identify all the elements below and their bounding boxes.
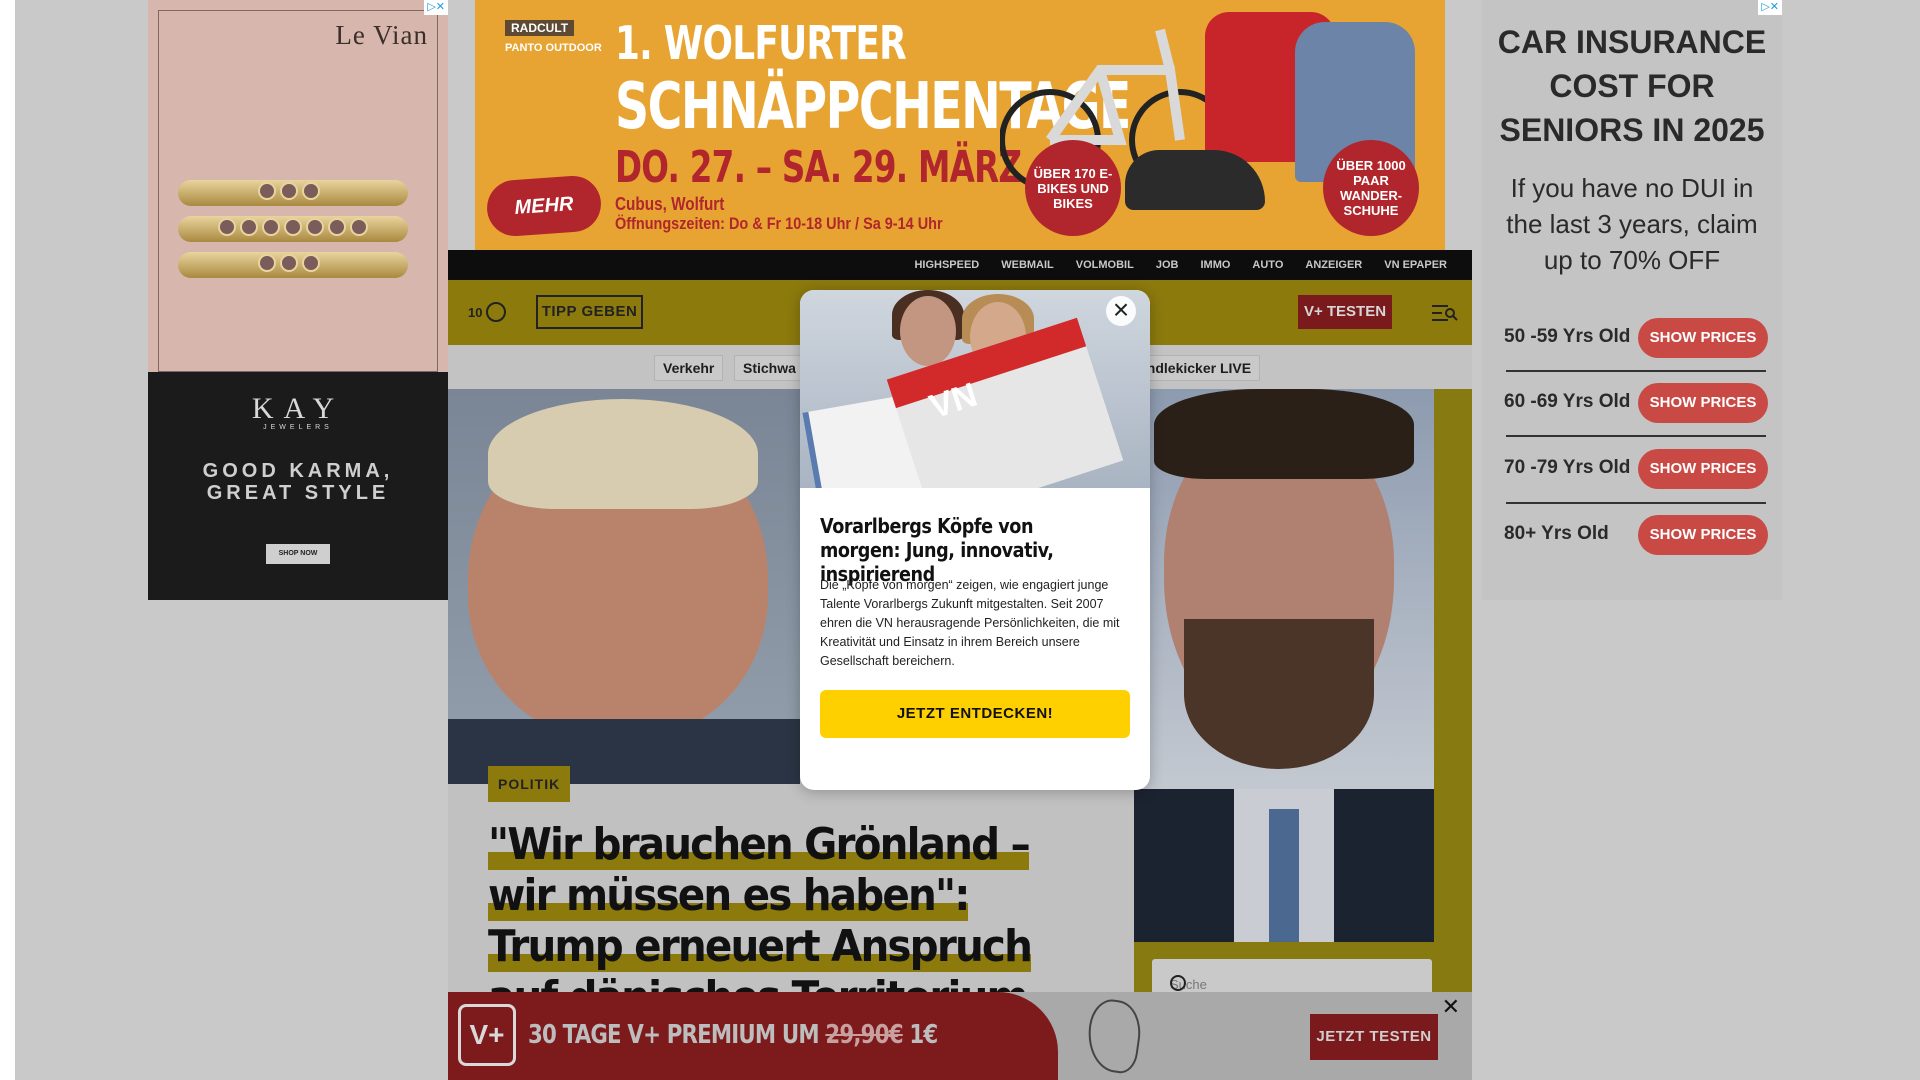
person-face <box>900 296 956 366</box>
weather-icon <box>486 302 507 322</box>
ad-top-badge-bikes: ÜBER 170 E-BIKES UND BIKES <box>1025 140 1121 236</box>
close-icon[interactable]: × <box>1106 296 1136 326</box>
topnav-job[interactable]: JOB <box>1145 250 1190 280</box>
show-prices-button[interactable]: SHOW PRICES <box>1638 449 1768 489</box>
search-icon[interactable] <box>1170 975 1186 991</box>
ad-right[interactable]: ▷✕ CAR INSURANCE COST FOR SENIORS IN 202… <box>1482 0 1782 600</box>
ad-left[interactable]: Le Vian KAY JEWELERS GOOD KARMA, GREAT S… <box>148 0 448 600</box>
divider <box>1506 502 1766 504</box>
ad-left-slogan-2: GREAT STYLE <box>206 482 390 504</box>
article-image-vance[interactable] <box>1134 389 1434 942</box>
topnav-volmobil[interactable]: VOLMOBIL <box>1065 250 1145 280</box>
ad-right-row: 50 -59 Yrs Old SHOW PRICES <box>1504 308 1768 372</box>
new-price: 1€ <box>902 1020 938 1050</box>
topnav-immo[interactable]: IMMO <box>1189 250 1241 280</box>
menu-search-icon[interactable] <box>1432 304 1458 322</box>
tipp-geben-button[interactable]: TIPP GEBEN <box>536 295 643 329</box>
show-prices-button[interactable]: SHOW PRICES <box>1638 318 1768 358</box>
shoe-image <box>1125 150 1265 210</box>
adchoices-icon[interactable]: ▷✕ <box>1758 0 1782 15</box>
show-prices-button[interactable]: SHOW PRICES <box>1638 515 1768 555</box>
modal-image: VN <box>800 290 1150 488</box>
stone <box>262 218 280 236</box>
ad-top-hours: Öffnungszeiten: Do & Fr 10-18 Uhr / Sa 9… <box>615 214 943 233</box>
jetzt-testen-button[interactable]: JETZT TESTEN <box>1310 1014 1438 1060</box>
page-gutter <box>0 0 15 1080</box>
stone <box>350 218 368 236</box>
ad-left-slogan-1: GOOD KARMA, <box>202 460 394 482</box>
ad-left-kay-logo: KAY <box>251 392 345 425</box>
stone <box>240 218 258 236</box>
ad-left-brand: Le Vian <box>335 20 428 50</box>
ad-top-logo-radcult: RADCULT <box>505 20 575 36</box>
stone <box>258 182 276 200</box>
ad-top-logo-panto: PANTO OUTDOOR <box>505 42 602 54</box>
ad-top-banner[interactable]: RADCULT PANTO OUTDOOR 1. WOLFURTER SCHNÄ… <box>475 0 1445 250</box>
ad-top-more-info-button[interactable]: MEHR INFOS <box>485 174 603 250</box>
stone <box>284 218 302 236</box>
v-plus-logo: V+ <box>458 1004 516 1066</box>
ad-top-headline-1: 1. WOLFURTER <box>615 16 907 70</box>
age-label: 60 -69 Yrs Old <box>1504 391 1631 412</box>
modal-body: Die „Köpfe von morgen“ zeigen, wie engag… <box>820 578 1120 668</box>
beard <box>1184 619 1374 769</box>
ad-top-location: Cubus, Wolfurt <box>615 194 725 214</box>
divider <box>1506 370 1766 372</box>
jetzt-entdecken-button[interactable]: JETZT ENTDECKEN! <box>820 690 1130 738</box>
divider <box>1506 435 1766 437</box>
topnav-vn-epaper[interactable]: VN EPAPER <box>1373 250 1458 280</box>
category-tag[interactable]: POLITIK <box>488 766 571 802</box>
ring-2 <box>178 216 408 242</box>
tie <box>1269 809 1299 942</box>
old-price: 29,90€ <box>825 1020 903 1050</box>
top-nav: HIGHSPEED WEBMAIL VOLMOBIL JOB IMMO AUTO… <box>448 250 1472 280</box>
topnav-auto[interactable]: AUTO <box>1241 250 1294 280</box>
vorarlberg-map-icon <box>1083 996 1145 1076</box>
ad-right-row: 70 -79 Yrs Old SHOW PRICES <box>1504 439 1768 503</box>
ad-left-kay-sub: JEWELERS <box>263 424 333 431</box>
close-icon[interactable]: ✕ <box>1442 996 1460 1018</box>
stone <box>328 218 346 236</box>
ad-left-shop-button[interactable]: SHOP NOW <box>266 544 330 564</box>
ad-left-image: Le Vian <box>148 0 448 372</box>
ad-right-title: CAR INSURANCE COST FOR SENIORS IN 2025 <box>1497 24 1767 148</box>
hair <box>488 399 758 509</box>
chip-stichwort[interactable]: Stichwa <box>734 355 805 381</box>
stone <box>302 182 320 200</box>
stone <box>302 254 320 272</box>
hair <box>1154 389 1414 479</box>
stone <box>258 254 276 272</box>
ad-right-row: 60 -69 Yrs Old SHOW PRICES <box>1504 373 1768 437</box>
topnav-webmail[interactable]: WEBMAIL <box>990 250 1065 280</box>
temperature: 10 <box>468 304 483 320</box>
stone <box>280 254 298 272</box>
ad-top-badge-shoes: ÜBER 1000 PAAR WANDER-SCHUHE <box>1323 140 1419 236</box>
age-label: 80+ Yrs Old <box>1504 523 1609 544</box>
ad-top-dates: DO. 27. – SA. 29. MÄRZ <box>615 142 1022 193</box>
topnav-highspeed[interactable]: HIGHSPEED <box>903 250 990 280</box>
article-image-trump[interactable] <box>448 389 800 784</box>
ad-right-row: 80+ Yrs Old SHOW PRICES <box>1504 505 1768 569</box>
stone <box>306 218 324 236</box>
show-prices-button[interactable]: SHOW PRICES <box>1638 383 1768 423</box>
weather-widget[interactable]: 10 <box>468 302 507 322</box>
v-plus-testen-button[interactable]: V+ TESTEN <box>1298 295 1392 329</box>
stone <box>218 218 236 236</box>
promo-modal: VN × Vorarlbergs Köpfe von morgen: Jung,… <box>800 290 1150 790</box>
right-strip <box>1434 389 1472 942</box>
adchoices-icon[interactable]: ▷✕ <box>424 0 448 15</box>
age-label: 50 -59 Yrs Old <box>1504 326 1631 347</box>
stone <box>280 182 298 200</box>
age-label: 70 -79 Yrs Old <box>1504 457 1631 478</box>
promo-text[interactable]: 30 TAGE V+ PREMIUM UM 29,90€ 1€ <box>528 1020 938 1050</box>
chip-verkehr[interactable]: Verkehr <box>654 355 724 381</box>
ring-3 <box>178 252 408 278</box>
promo-text-main: 30 TAGE V+ PREMIUM UM <box>528 1020 826 1050</box>
topnav-anzeiger[interactable]: ANZEIGER <box>1294 250 1373 280</box>
ad-right-subtitle: If you have no DUI in the last 3 years, … <box>1506 173 1758 275</box>
ring-1 <box>178 180 408 206</box>
bottom-promo-bar: V+ 30 TAGE V+ PREMIUM UM 29,90€ 1€ JETZT… <box>448 992 1472 1080</box>
ad-left-slogan: GOOD KARMA, GREAT STYLE <box>148 460 448 504</box>
